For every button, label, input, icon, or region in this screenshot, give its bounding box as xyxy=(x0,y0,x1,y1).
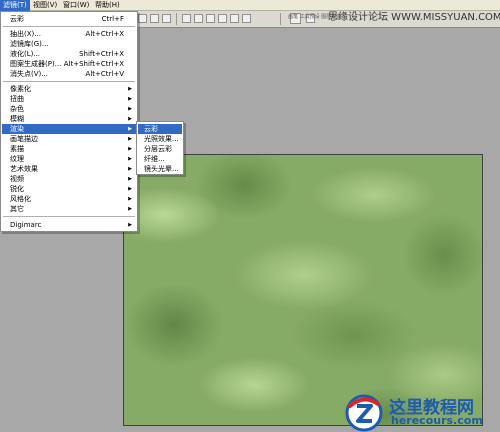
menu-item-blur[interactable]: 模糊 ▶ xyxy=(2,114,136,124)
menu-item-video[interactable]: 视频 ▶ xyxy=(2,174,136,184)
menu-item-label: 消失点(V)... xyxy=(10,70,48,78)
menu-item-label: 锐化 xyxy=(10,185,24,193)
submenu-arrow-icon: ▶ xyxy=(128,126,132,132)
menu-item-sharpen[interactable]: 锐化 ▶ xyxy=(2,184,136,194)
site-watermark: 思缘设计论坛 WWW.MISSYUAN.COM xyxy=(328,12,500,23)
align-center-icon[interactable] xyxy=(150,14,159,23)
distribute-icon[interactable] xyxy=(194,14,203,23)
submenu-arrow-icon: ▶ xyxy=(128,106,132,112)
site-logo-url: herecours.com xyxy=(391,414,483,427)
toolbar-divider xyxy=(280,13,281,25)
menu-separator xyxy=(3,26,135,27)
submenu-item-difference-clouds[interactable]: 分层云彩 xyxy=(138,144,182,154)
submenu-arrow-icon: ▶ xyxy=(128,156,132,162)
menu-item-label: 画笔描边 xyxy=(10,135,38,143)
menu-item-digimarc[interactable]: Digimarc ▶ xyxy=(2,220,136,230)
menu-item-sketch[interactable]: 素描 ▶ xyxy=(2,144,136,154)
menu-separator xyxy=(3,216,135,217)
menu-item-label: 艺术效果 xyxy=(10,165,38,173)
menu-item-label: 视频 xyxy=(10,175,24,183)
shortcut-label: Alt+Shift+Ctrl+X xyxy=(63,60,124,68)
menu-help[interactable]: 帮助(H) xyxy=(92,0,123,11)
distribute-icon[interactable] xyxy=(218,14,227,23)
menu-item-noise[interactable]: 杂色 ▶ xyxy=(2,104,136,114)
menu-item-stylize[interactable]: 风格化 ▶ xyxy=(2,194,136,204)
submenu-item-fibers[interactable]: 纤维... xyxy=(138,154,182,164)
menu-item-label: 杂色 xyxy=(10,105,24,113)
render-submenu: 云彩 光照效果... 分层云彩 纤维... 镜头光晕... xyxy=(136,121,184,175)
distribute-icon[interactable] xyxy=(242,14,251,23)
menu-item-label: 图案生成器(P)... xyxy=(10,60,62,68)
distribute-icon[interactable] xyxy=(182,14,191,23)
menu-item-label: 素描 xyxy=(10,145,24,153)
menu-item-label: 扭曲 xyxy=(10,95,24,103)
distribute-icon[interactable] xyxy=(230,14,239,23)
document-canvas[interactable] xyxy=(123,154,483,426)
menu-item-label: 渲染 xyxy=(10,125,24,133)
shortcut-label: Ctrl+F xyxy=(101,15,124,23)
menu-item-liquify[interactable]: 液化(L)... Shift+Ctrl+X xyxy=(2,49,136,59)
menu-item-extract[interactable]: 抽出(X)... Alt+Ctrl+X xyxy=(2,29,136,39)
menu-item-other[interactable]: 其它 ▶ xyxy=(2,204,136,214)
menu-item-brush-strokes[interactable]: 画笔描边 ▶ xyxy=(2,134,136,144)
menu-item-filter-gallery[interactable]: 滤镜库(G)... xyxy=(2,39,136,49)
submenu-item-lens-flare[interactable]: 镜头光晕... xyxy=(138,164,182,174)
align-right-icon[interactable] xyxy=(162,14,171,23)
align-left-icon[interactable] xyxy=(138,14,147,23)
menu-item-render[interactable]: 渲染 ▶ xyxy=(2,124,136,134)
menu-separator xyxy=(3,81,135,82)
toolbar-divider xyxy=(176,13,177,25)
menu-item-label: 其它 xyxy=(10,205,24,213)
shortcut-label: Shift+Ctrl+X xyxy=(79,50,124,58)
shortcut-label: Alt+Ctrl+V xyxy=(85,70,124,78)
shortcut-label: Alt+Ctrl+X xyxy=(85,30,124,38)
menu-item-label: 纹理 xyxy=(10,155,24,163)
menu-item-label: 抽出(X)... xyxy=(10,30,41,38)
menu-item-vanishing-point[interactable]: 消失点(V)... Alt+Ctrl+V xyxy=(2,69,136,79)
submenu-arrow-icon: ▶ xyxy=(128,166,132,172)
submenu-arrow-icon: ▶ xyxy=(128,176,132,182)
submenu-arrow-icon: ▶ xyxy=(128,146,132,152)
distribute-icon[interactable] xyxy=(206,14,215,23)
submenu-arrow-icon: ▶ xyxy=(128,116,132,122)
menu-item-label: 风格化 xyxy=(10,195,31,203)
submenu-item-lighting-effects[interactable]: 光照效果... xyxy=(138,134,182,144)
menu-item-texture[interactable]: 纹理 ▶ xyxy=(2,154,136,164)
site-logo-icon xyxy=(345,394,383,432)
filter-menu: 云彩 Ctrl+F 抽出(X)... Alt+Ctrl+X 滤镜库(G)... … xyxy=(0,11,138,232)
menu-item-pattern-maker[interactable]: 图案生成器(P)... Alt+Shift+Ctrl+X xyxy=(2,59,136,69)
menu-item-label: Digimarc xyxy=(10,221,42,229)
submenu-arrow-icon: ▶ xyxy=(128,206,132,212)
menu-item-label: 云彩 xyxy=(10,15,24,23)
menu-item-distort[interactable]: 扭曲 ▶ xyxy=(2,94,136,104)
menu-item-label: 滤镜库(G)... xyxy=(10,40,49,48)
menu-item-label: 模糊 xyxy=(10,115,24,123)
menu-item-label: 像素化 xyxy=(10,85,31,93)
submenu-arrow-icon: ▶ xyxy=(128,136,132,142)
menu-window[interactable]: 窗口(W) xyxy=(60,0,92,11)
submenu-arrow-icon: ▶ xyxy=(128,186,132,192)
menu-item-label: 液化(L)... xyxy=(10,50,41,58)
menu-filter[interactable]: 滤镜(T) xyxy=(0,0,30,11)
submenu-item-clouds[interactable]: 云彩 xyxy=(138,124,182,134)
menu-item-artistic[interactable]: 艺术效果 ▶ xyxy=(2,164,136,174)
submenu-arrow-icon: ▶ xyxy=(128,196,132,202)
submenu-arrow-icon: ▶ xyxy=(128,96,132,102)
submenu-arrow-icon: ▶ xyxy=(128,222,132,228)
menu-view[interactable]: 视图(V) xyxy=(30,0,60,11)
menu-item-pixelate[interactable]: 像素化 ▶ xyxy=(2,84,136,94)
submenu-arrow-icon: ▶ xyxy=(128,86,132,92)
menu-item-last-filter[interactable]: 云彩 Ctrl+F xyxy=(2,14,136,24)
